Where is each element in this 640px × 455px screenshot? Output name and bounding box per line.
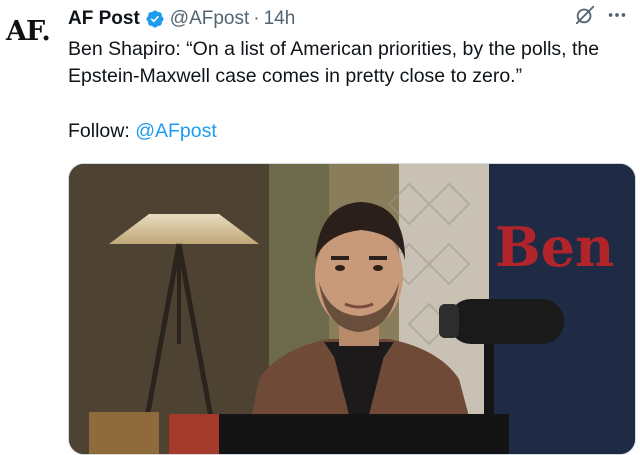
video-frame: Ben	[69, 164, 635, 454]
header-actions	[574, 4, 628, 34]
follow-line: Follow: @AFpost	[68, 118, 217, 145]
tweet-text: Ben Shapiro: “On a list of American prio…	[68, 38, 600, 87]
verified-badge-icon[interactable]	[145, 9, 165, 29]
handle[interactable]: @AFpost	[170, 6, 249, 32]
avatar[interactable]: AF.	[6, 14, 56, 50]
tweet-header: AF Post @AFpost · 14h	[68, 4, 628, 34]
display-name[interactable]: AF Post	[68, 6, 140, 32]
follow-label: Follow:	[68, 120, 130, 142]
more-icon[interactable]	[606, 4, 628, 34]
separator-dot: ·	[253, 8, 260, 29]
tweet-video[interactable]: Ben	[68, 163, 636, 455]
follow-mention-link[interactable]: @AFpost	[135, 120, 217, 142]
grok-icon[interactable]	[574, 4, 596, 34]
backdrop-logo-text: Ben	[495, 215, 614, 279]
timestamp[interactable]: 14h	[264, 6, 296, 32]
